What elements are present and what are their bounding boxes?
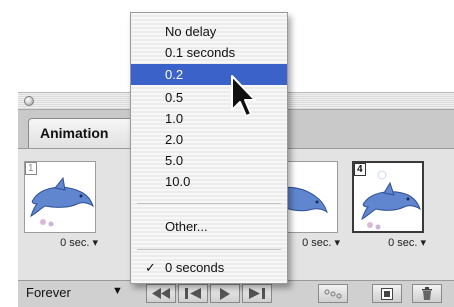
menu-item-label: 0.1 seconds [165,45,236,60]
menu-item-0-seconds[interactable]: ✓ 0 seconds [131,257,287,278]
frame-cell-1[interactable]: 1 0 sec. ▾ [20,155,102,249]
frame-number-badge: 4 [354,163,366,176]
frame-thumbnail[interactable]: 1 [24,161,96,233]
loop-options-select[interactable]: Forever ▼ [26,285,144,303]
next-frame-button[interactable] [242,284,272,303]
frame-number-badge: 1 [25,162,37,175]
tab-animation-label: Animation [40,125,109,141]
menu-item-label: 1.0 [165,111,184,126]
tween-icon [324,289,342,298]
menu-item-label: 0.2 [165,67,184,82]
frame-thumbnail[interactable]: 4 [352,161,424,233]
animation-toolbar: Forever ▼ [18,280,454,307]
next-frame-icon [249,288,265,299]
checkmark-icon: ✓ [145,260,156,275]
new-frame-icon [381,287,393,300]
mouse-pointer-icon [231,75,256,117]
frame-delay-menu: No delay 0.1 seconds 0.2 0.5 1.0 2.0 5.0… [130,12,288,284]
menu-item-5-0[interactable]: 5.0 [131,150,287,171]
play-icon [220,287,230,300]
menu-item-label: No delay [165,24,217,39]
frame-delay-label[interactable]: 0 sec. ▾ [60,236,98,249]
menu-item-no-delay[interactable]: No delay [131,21,287,42]
menu-item-0-2[interactable]: 0.2 [131,64,287,85]
previous-frame-button[interactable] [178,284,208,303]
previous-frame-icon [185,288,201,299]
menu-item-0-5[interactable]: 0.5 [131,87,287,108]
menu-item-label: Other... [165,219,208,234]
menu-item-1-0[interactable]: 1.0 [131,108,287,129]
rewind-first-frame-button[interactable] [146,284,176,303]
trash-icon [422,287,432,300]
menu-item-0-1-seconds[interactable]: 0.1 seconds [131,42,287,63]
menu-item-label: 2.0 [165,132,184,147]
menu-divider [137,249,281,250]
screenshot-stage: Animation 1 0 sec. ▾ 0 sec. ▾ 4 0 sec. ▾… [0,0,454,307]
menu-item-label: 10.0 [165,174,191,189]
rewind-first-frame-icon [152,288,170,299]
frame-cell-4[interactable]: 4 0 sec. ▾ [348,155,430,249]
frame-delay-label[interactable]: 0 sec. ▾ [302,236,340,249]
menu-item-10-0[interactable]: 10.0 [131,171,287,192]
new-frame-button[interactable] [372,284,402,303]
tween-button[interactable] [318,284,348,303]
chevron-down-icon: ▼ [112,285,123,297]
menu-item-label: 5.0 [165,153,184,168]
menu-item-other[interactable]: Other... [131,216,287,237]
menu-divider [137,203,281,204]
play-button[interactable] [210,284,240,303]
menu-item-label: 0.5 [165,90,184,105]
close-button[interactable] [24,96,34,106]
menu-item-2-0[interactable]: 2.0 [131,129,287,150]
frame-delay-label[interactable]: 0 sec. ▾ [388,236,426,249]
menu-item-label: 0 seconds [165,260,225,275]
loop-options-value: Forever [26,285,71,300]
delete-frame-button[interactable] [412,284,442,303]
